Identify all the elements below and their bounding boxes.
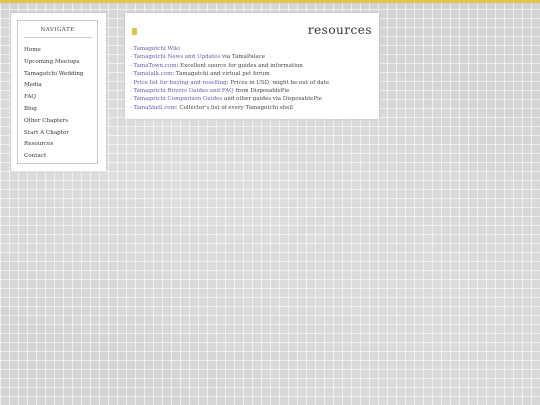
sidebar: NAVIGATE Home Upcoming Meetups Tamagotch…	[11, 13, 106, 171]
resource-link[interactable]: TamaTown.com	[133, 63, 176, 69]
nav-item-home[interactable]: Home	[24, 45, 97, 57]
nav-item-start-a-chapter[interactable]: Start A Chapter	[24, 128, 97, 140]
resource-description: : Collector's list of every Tamagotchi s…	[175, 104, 293, 111]
resource-list: - Tamagotchi Wiki - Tamagotchi News and Up…	[130, 45, 329, 112]
resource-item: - Tamagotchi News and Updates via TamaPal…	[130, 53, 329, 61]
resource-item: - Tamagotchi Wiki	[130, 45, 329, 53]
resource-description: and other guides via DisposablePie	[222, 96, 322, 103]
resource-description: : Excellent source for guides and inform…	[176, 62, 303, 69]
bullet: -	[130, 79, 132, 86]
nav-item-tamagotchi-wedding[interactable]: Tamagotchi Wedding	[24, 69, 97, 81]
resource-link[interactable]: Tamagotchi Buyers Guides and FAQ	[133, 88, 233, 94]
resource-description: from DisposablePie	[233, 87, 290, 94]
resource-description: : Tamagotchi and virtual pet forum	[172, 71, 270, 78]
bullet: -	[130, 71, 132, 78]
nav-divider	[23, 37, 92, 38]
main-content: resources - Tamagotchi Wiki - Tamagotchi N…	[125, 13, 379, 119]
sidebar-frame: NAVIGATE Home Upcoming Meetups Tamagotch…	[17, 20, 98, 164]
bullet: -	[130, 104, 132, 111]
resource-item: - TamaShell.com: Collector's list of ever…	[130, 104, 329, 112]
resource-link[interactable]: Tamagotchi News and Updates	[133, 54, 220, 60]
resource-item: - Tamagotchi Buyers Guides and FAQ from D…	[130, 87, 329, 95]
nav-item-other-chapters[interactable]: Other Chapters	[24, 116, 97, 128]
resource-link[interactable]: Price list for buying and reselling	[133, 80, 226, 86]
nav-item-media[interactable]: Media	[24, 80, 97, 92]
bullet: -	[130, 87, 132, 94]
bullet: -	[130, 96, 132, 103]
nav-item-blog[interactable]: Blog	[24, 104, 97, 116]
bullet: -	[130, 62, 132, 69]
resource-link[interactable]: TamaShell.com	[133, 105, 175, 111]
resource-item: - Price list for buying and reselling: Pr…	[130, 79, 329, 87]
resource-item: - Tamatalk.com: Tamagotchi and virtual pe…	[130, 70, 329, 78]
bullet: -	[130, 54, 132, 61]
bullet: -	[130, 46, 132, 52]
nav-list: Home Upcoming Meetups Tamagotchi Wedding…	[18, 45, 97, 163]
nav-item-faq[interactable]: FAQ	[24, 92, 97, 104]
nav-item-resources[interactable]: Resources	[24, 139, 97, 151]
resource-link[interactable]: Tamagotchi Wiki	[133, 46, 180, 52]
resource-link[interactable]: Tamatalk.com	[133, 71, 172, 77]
page-title: resources	[307, 23, 372, 37]
resource-description: via TamaPalace	[220, 54, 265, 61]
nav-item-contact[interactable]: Contact	[24, 151, 97, 163]
nav-title: NAVIGATE	[40, 27, 75, 33]
resource-item: - Tamagotchi Comparison Guides and other …	[130, 95, 329, 103]
heading-marker-icon	[132, 28, 137, 35]
resource-item: - TamaTown.com: Excellent source for guid…	[130, 62, 329, 70]
nav-item-upcoming-meetups[interactable]: Upcoming Meetups	[24, 57, 97, 69]
top-accent-bar	[0, 0, 540, 3]
resource-link[interactable]: Tamagotchi Comparison Guides	[133, 96, 222, 102]
resource-description: : Prices in USD, might be out of date	[226, 79, 330, 86]
